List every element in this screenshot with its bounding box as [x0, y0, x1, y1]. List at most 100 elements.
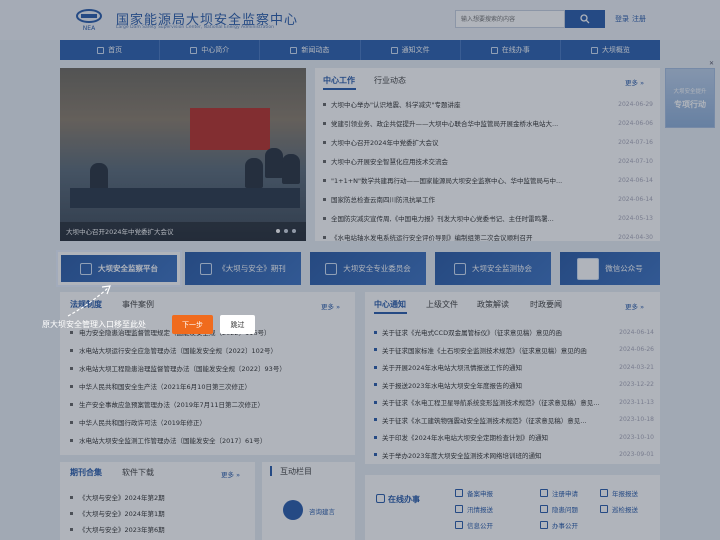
service-item[interactable]: 汛情报送 — [455, 504, 493, 514]
nav-notices[interactable]: 通知文件 — [361, 40, 461, 60]
ad-line-1: 大坝安全提升 — [673, 88, 707, 95]
news-title: 全国防灾减灾宣传周,《中国电力报》刊发大坝中心党委书记、主任时雷鸣署... — [331, 215, 554, 223]
notice-item[interactable]: 关于征求《水工建筑物强震动安全监测技术规范》（征求意见稿）意见... 2023-1… — [374, 412, 654, 428]
nav-online[interactable]: 在线办事 — [461, 40, 561, 60]
tab-center-notices[interactable]: 中心通知 — [374, 299, 406, 310]
tab-center-work[interactable]: 中心工作 — [323, 75, 355, 86]
notice-title: 关于印发《2024年水电站大坝安全定期检查计划》的通知 — [382, 434, 549, 442]
quick-link-association[interactable]: 大坝安全监测协会 — [435, 252, 551, 285]
ad-line-2: 专项行动 — [674, 99, 706, 109]
news-item[interactable]: 国家防总检查云南四川防汛抗旱工作 2024-06-14 — [323, 191, 653, 207]
search-input[interactable] — [455, 10, 565, 28]
hero-caption[interactable]: 大坝中心召开2024年中党委扩大会议 — [66, 226, 174, 236]
policy-title: 水电站大坝安全监测工作管理办法（国能发安全〔2017〕61号） — [79, 437, 267, 445]
notice-item[interactable]: 关于征求《水电工程卫星导航系统变形监测技术规范》（征求意见稿）意见... 2023… — [374, 394, 654, 410]
service-item[interactable]: 巡检报送 — [600, 504, 638, 514]
home-icon — [97, 46, 105, 54]
news-item[interactable]: 大坝中心开展安全智慧化应用技术交流会 2024-07-10 — [323, 153, 653, 169]
tour-next-button[interactable]: 下一步 — [172, 315, 213, 334]
close-icon[interactable]: ✕ — [709, 60, 714, 67]
notice-item[interactable]: 关于开展2024年水电站大坝汛情报送工作的通知 2024-03-21 — [374, 359, 654, 375]
search-button[interactable] — [565, 10, 605, 28]
tab-current-affairs[interactable]: 时政要闻 — [530, 299, 562, 310]
journal-item[interactable]: 《大坝与安全》2024年第2期 — [70, 489, 250, 505]
notice-date: 2023-10-10 — [619, 433, 654, 441]
tab-underline — [323, 88, 356, 90]
nav-dams[interactable]: 大坝概览 — [561, 40, 660, 60]
news-date: 2024-04-30 — [618, 233, 653, 241]
policy-item[interactable]: 生产安全事故应急预案管理办法（2019年7月11日第二次修正） — [70, 396, 350, 412]
news-item[interactable]: 大坝中心召开2024年中党委扩大会议 2024-07-16 — [323, 134, 653, 150]
tab-cases[interactable]: 事件案例 — [122, 299, 154, 310]
quick-link-label: 大坝安全监测协会 — [472, 264, 532, 273]
news-more-link[interactable]: 更多 » — [625, 77, 644, 87]
carousel-dot[interactable] — [284, 229, 288, 233]
hero-carousel-image[interactable] — [60, 68, 306, 241]
news-item[interactable]: "1+1+N"数学共建再行动——国家能源局大坝安全监察中心、华中监管局与中...… — [323, 172, 653, 188]
nav-news[interactable]: 新闻动态 — [260, 40, 361, 60]
quick-link-committee[interactable]: 大坝安全专业委员会 — [310, 252, 426, 285]
notice-item[interactable]: 关于印发《2024年水电站大坝安全定期检查计划》的通知 2023-10-10 — [374, 429, 654, 445]
quick-link-wechat[interactable]: 微信公众号 — [560, 252, 660, 285]
consult-link[interactable]: 咨询建言 — [309, 506, 335, 516]
header-bar — [0, 0, 720, 40]
news-title: 大坝中心举办"认识地震、科学减灾"专题讲座 — [331, 101, 461, 109]
carousel-dot[interactable] — [292, 229, 296, 233]
news-item[interactable]: 《水电站轴水发电系统运行安全评价导则》编制组第二次会议顺利召开 2024-04-3… — [323, 229, 653, 245]
nav-home[interactable]: 首页 — [60, 40, 161, 60]
notice-more-link[interactable]: 更多 » — [625, 301, 644, 311]
journal-item[interactable]: 《大坝与安全》2023年第6期 — [70, 521, 250, 537]
nea-logo-icon[interactable]: NEA — [72, 8, 106, 32]
bullet-icon — [323, 197, 326, 201]
news-item[interactable]: 全国防灾减灾宣传周,《中国电力报》刊发大坝中心党委书记、主任时雷鸣署... 202… — [323, 210, 653, 226]
policy-item[interactable]: 水电站大坝安全监测工作管理办法（国能发安全〔2017〕61号） — [70, 432, 350, 448]
journal-more-link[interactable]: 更多 » — [221, 469, 240, 479]
bullet-icon — [323, 178, 326, 182]
chat-icon[interactable] — [283, 500, 303, 520]
notice-item[interactable]: 关于举办2023年度大坝安全监测技术网络培训班的通知 2023-09-01 — [374, 447, 654, 463]
policy-more-link[interactable]: 更多 » — [321, 301, 340, 311]
tab-journal-collection[interactable]: 期刊合集 — [70, 467, 102, 478]
service-item[interactable]: 办事公开 — [540, 520, 578, 530]
service-item[interactable]: 隐患问题 — [540, 504, 578, 514]
login-link[interactable]: 登录 — [615, 14, 629, 24]
service-item[interactable]: 年报报送 — [600, 488, 638, 498]
logo-text: NEA — [83, 25, 96, 32]
notice-title: 关于开展2024年水电站大坝汛情报送工作的通知 — [382, 364, 523, 372]
notice-item[interactable]: 关于征求《光电式CCD双金属管标仪》（征求意见稿）意见的函 2024-06-14 — [374, 324, 654, 340]
policy-item[interactable]: 水电站大坝运行安全应急管理办法（国能发安全规〔2022〕102号） — [70, 342, 350, 358]
nav-label: 中心简介 — [201, 46, 230, 54]
quick-link-dam-platform[interactable]: 大坝安全监察平台 — [58, 252, 180, 285]
news-item[interactable]: 大坝中心举办"认识地震、科学减灾"专题讲座 2024-06-29 — [323, 96, 653, 112]
news-item[interactable]: 党建引领业务、政企共促提升——大坝中心联合华中监管局开展金桥水电站大... 202… — [323, 115, 653, 131]
tour-skip-button[interactable]: 跳过 — [220, 315, 255, 334]
policy-title: 水电站大坝运行安全应急管理办法（国能发安全规〔2022〕102号） — [79, 347, 277, 355]
service-item[interactable]: 注册申请 — [540, 488, 578, 498]
policy-item[interactable]: 水电站大坝工程隐患治理监督管理办法（国能发安全规〔2022〕93号） — [70, 360, 350, 376]
tab-software-download[interactable]: 软件下载 — [122, 467, 154, 478]
policy-item[interactable]: 中华人民共和国安全生产法（2021年6月10日第三次修正） — [70, 378, 350, 394]
quick-link-journal[interactable]: 《大坝与安全》期刊 — [185, 252, 301, 285]
register-link[interactable]: 注册 — [632, 14, 646, 24]
bullet-icon — [70, 330, 73, 334]
floating-ad-banner[interactable]: 大坝安全提升 专项行动 — [665, 68, 715, 128]
nav-about[interactable]: 中心简介 — [160, 40, 261, 60]
notice-item[interactable]: 关于征求国家标准《土石坝安全监测技术规范》（征求意见稿）意见的函 2024-06-… — [374, 342, 654, 358]
online-services-title: 在线办事 — [388, 495, 420, 504]
bullet-icon — [323, 102, 326, 106]
journal-item[interactable]: 《大坝与安全》2024年第1期 — [70, 505, 250, 521]
dam-icon — [590, 46, 598, 54]
tab-policy-interpretation[interactable]: 政策解读 — [477, 299, 509, 310]
tab-superior-docs[interactable]: 上级文件 — [426, 299, 458, 310]
service-icon — [540, 521, 548, 529]
policy-item[interactable]: 中华人民共和国行政许可法（2019年修正） — [70, 414, 350, 430]
tab-industry-news[interactable]: 行业动态 — [374, 75, 406, 86]
service-item[interactable]: 备案申报 — [455, 488, 493, 498]
search-icon — [580, 13, 590, 23]
service-item[interactable]: 信息公开 — [455, 520, 493, 530]
hero-figure — [245, 158, 263, 188]
notice-date: 2024-06-26 — [619, 346, 654, 353]
notice-item[interactable]: 关于报送2023年水电站大坝安全年度报告的通知 2023-12-22 — [374, 377, 654, 393]
policy-title: 生产安全事故应急预案管理办法（2019年7月11日第二次修正） — [79, 401, 264, 409]
carousel-dot-active[interactable] — [276, 229, 280, 233]
